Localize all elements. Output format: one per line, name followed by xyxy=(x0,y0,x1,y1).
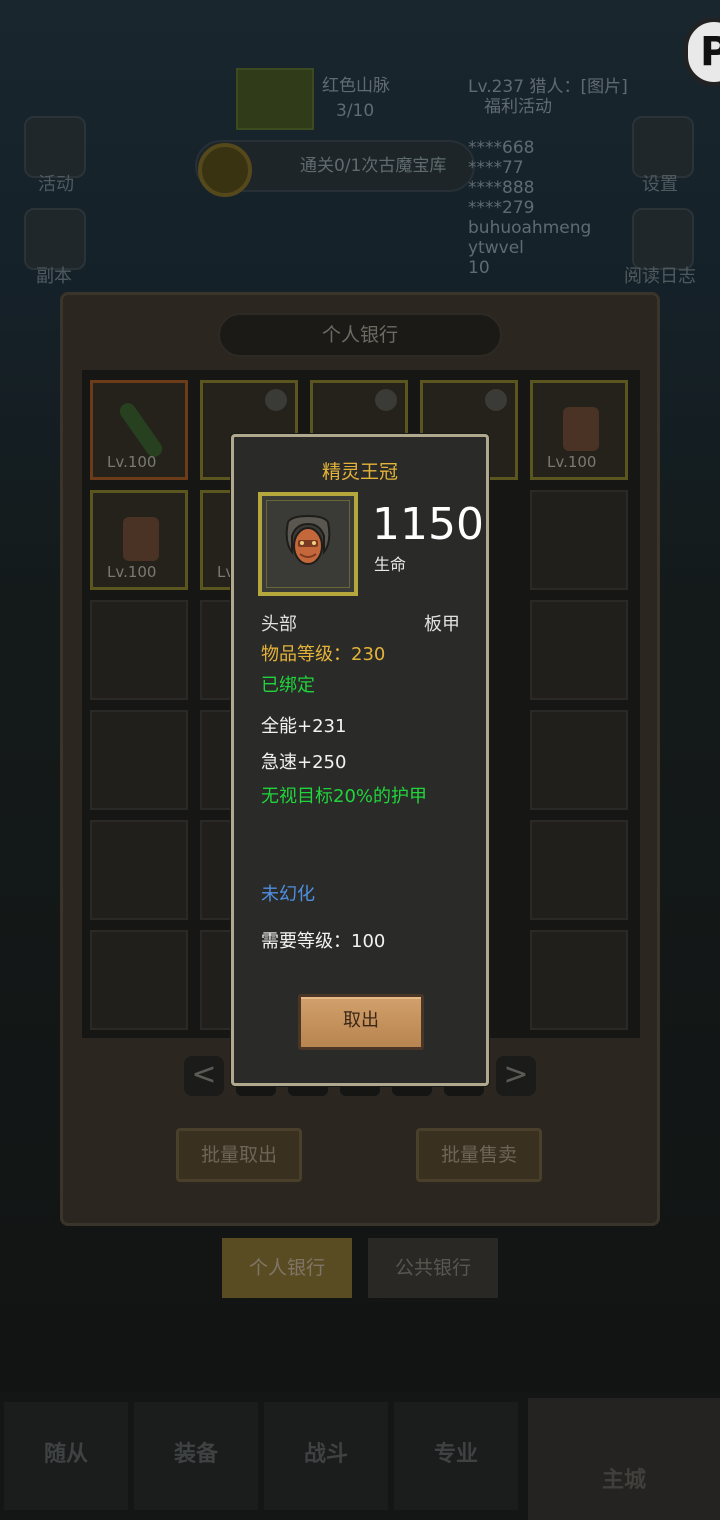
tab-personal-bank[interactable]: 个人银行 xyxy=(222,1238,352,1298)
slot-level: Lv.100 xyxy=(107,453,157,471)
chat-line: buhuoahmeng xyxy=(468,218,592,238)
item-effect: 无视目标20%的护甲 xyxy=(261,786,428,807)
slot-level: Lv.100 xyxy=(107,563,157,581)
bank-slot[interactable]: Lv.100 xyxy=(530,380,628,480)
bank-slot[interactable]: Lv.100 xyxy=(90,380,188,480)
item-stat-versatility: 全能+231 xyxy=(261,716,347,737)
activity-icon[interactable] xyxy=(24,116,86,178)
batch-sell-button[interactable]: 批量售卖 xyxy=(416,1128,542,1182)
item-armor-type: 板甲 xyxy=(424,614,460,635)
next-page-button[interactable]: > xyxy=(496,1056,536,1096)
item-icon-frame xyxy=(258,492,358,596)
armor-piece-icon xyxy=(123,517,159,561)
log-label: 阅读日志 xyxy=(624,266,696,287)
nav-profession[interactable]: 专业 xyxy=(394,1402,518,1510)
item-required-level: 需要等级：100 xyxy=(261,931,386,952)
armor-piece-icon xyxy=(563,407,599,451)
item-stat-haste: 急速+250 xyxy=(261,752,347,773)
gear-icon[interactable] xyxy=(632,116,694,178)
batch-take-button[interactable]: 批量取出 xyxy=(176,1128,302,1182)
item-bound-status: 已绑定 xyxy=(261,675,315,696)
nav-battle[interactable]: 战斗 xyxy=(264,1402,388,1510)
nav-followers[interactable]: 随从 xyxy=(4,1402,128,1510)
lock-icon xyxy=(265,389,287,411)
activity-label: 活动 xyxy=(38,174,74,195)
nav-main-city[interactable]: 主城 xyxy=(528,1398,720,1520)
dungeon-icon[interactable] xyxy=(24,208,86,270)
bank-slot[interactable] xyxy=(530,820,628,920)
chat-line: ****668 xyxy=(468,138,535,158)
item-name: 精灵王冠 xyxy=(321,461,398,483)
lock-icon xyxy=(485,389,507,411)
slot-level: Lv.100 xyxy=(547,453,597,471)
welfare-activity-link[interactable]: 福利活动 xyxy=(484,97,552,117)
item-main-value: 1150 xyxy=(372,499,484,550)
bank-slot[interactable] xyxy=(90,930,188,1030)
item-level: 物品等级：230 xyxy=(261,644,386,665)
chat-line: 10 xyxy=(468,258,490,278)
item-slot-type: 头部 xyxy=(261,614,297,635)
chat-line: ****279 xyxy=(468,198,535,218)
bank-title: 个人银行 xyxy=(218,313,502,357)
bank-slot[interactable]: Lv.100 xyxy=(90,490,188,590)
bank-slot[interactable] xyxy=(90,600,188,700)
bank-slot[interactable] xyxy=(530,600,628,700)
blade-icon xyxy=(116,400,166,460)
bank-slot[interactable] xyxy=(530,710,628,810)
bank-slot[interactable] xyxy=(530,490,628,590)
item-tooltip: 精灵王冠 1150 生命 头部 板甲 物品等级：230 已绑定 全能+231 急… xyxy=(231,434,489,1086)
player-info: Lv.237 猎人：[图片] xyxy=(468,77,628,97)
helmet-icon xyxy=(285,514,331,565)
zone-progress: 3/10 xyxy=(336,101,375,121)
bank-slot[interactable] xyxy=(530,930,628,1030)
item-main-value-label: 生命 xyxy=(374,555,407,574)
prev-page-button[interactable]: < xyxy=(184,1056,224,1096)
quest-coin-icon xyxy=(198,143,252,197)
lock-icon xyxy=(375,389,397,411)
bank-slot[interactable] xyxy=(90,710,188,810)
zone-banner xyxy=(236,68,314,130)
tab-public-bank[interactable]: 公共银行 xyxy=(368,1238,498,1298)
chat-line: ****888 xyxy=(468,178,535,198)
chat-line: ytwvel xyxy=(468,238,524,258)
settings-label: 设置 xyxy=(642,174,678,195)
nav-equipment[interactable]: 装备 xyxy=(134,1402,258,1510)
take-out-button[interactable]: 取出 xyxy=(298,994,424,1050)
item-transmog-status: 未幻化 xyxy=(261,884,315,905)
quest-text: 通关0/1次古魔宝库 xyxy=(300,156,447,176)
bank-slot[interactable] xyxy=(90,820,188,920)
chat-line: ****77 xyxy=(468,158,524,178)
dungeon-label: 副本 xyxy=(36,266,72,287)
log-book-icon[interactable] xyxy=(632,208,694,270)
zone-name: 红色山脉 xyxy=(322,76,390,96)
